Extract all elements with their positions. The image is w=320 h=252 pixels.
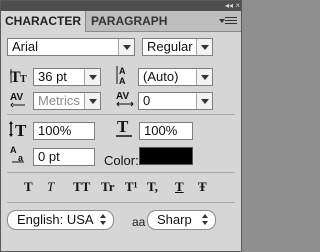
font-size-value: 36 pt	[38, 69, 67, 84]
antialias-icon: aa	[132, 215, 146, 229]
vertical-scale-icon: T	[9, 120, 31, 143]
updown-arrows-icon	[202, 214, 209, 226]
chevron-down-icon[interactable]	[84, 69, 100, 85]
leading-icon: AA	[116, 65, 136, 90]
tracking-icon: AV	[115, 90, 137, 113]
subscript-button[interactable]: T,	[147, 179, 158, 195]
leading-value: (Auto)	[143, 69, 179, 84]
font-family-dropdown[interactable]: Arial	[7, 38, 135, 56]
horizontal-scale-icon: T	[114, 117, 136, 143]
faux-italic-button[interactable]: T	[47, 179, 54, 195]
svg-text:T: T	[117, 118, 129, 136]
kerning-field[interactable]: Metrics	[33, 92, 101, 110]
vertical-scale-field[interactable]: 100%	[33, 122, 95, 140]
kerning-value: Metrics	[38, 93, 80, 108]
language-select[interactable]: English: USA	[7, 210, 114, 230]
tab-character[interactable]: CHARACTER	[1, 11, 86, 32]
collapse-icon[interactable]: ◂◂	[225, 1, 233, 11]
svg-text:A: A	[10, 145, 17, 155]
horizontal-scale-value: 100%	[144, 123, 178, 138]
svg-text:AV: AV	[116, 91, 129, 102]
close-icon[interactable]: ×	[235, 1, 240, 11]
svg-text:T: T	[20, 74, 27, 85]
baseline-shift-icon: Aa	[10, 145, 30, 170]
chevron-down-icon[interactable]	[196, 93, 212, 109]
divider	[7, 114, 235, 115]
font-style-value: Regular	[147, 39, 193, 54]
font-size-icon: TT	[10, 67, 30, 90]
chevron-down-icon[interactable]	[196, 69, 212, 85]
chevron-down-icon[interactable]	[84, 93, 100, 109]
tracking-value: 0	[143, 93, 151, 108]
antialias-value: Sharp	[157, 212, 192, 227]
tracking-field[interactable]: 0	[138, 92, 213, 110]
baseline-shift-field[interactable]: 0 pt	[33, 148, 95, 166]
chevron-down-icon[interactable]	[118, 39, 134, 55]
horizontal-scale-field[interactable]: 100%	[139, 122, 193, 140]
svg-text:T: T	[15, 121, 27, 138]
small-caps-button[interactable]: Tr	[101, 179, 114, 195]
strikethrough-button[interactable]: Ŧ	[198, 179, 207, 195]
chevron-down-icon[interactable]	[196, 39, 212, 55]
tab-bar: CHARACTER PARAGRAPH	[1, 11, 241, 32]
font-family-value: Arial	[12, 39, 39, 54]
svg-text:A: A	[119, 66, 126, 76]
kerning-icon: AV	[9, 90, 31, 113]
updown-arrows-icon	[100, 214, 107, 226]
panel-menu-icon[interactable]	[219, 15, 237, 26]
divider	[7, 202, 235, 203]
antialias-select[interactable]: Sharp	[147, 210, 216, 230]
color-label: Color:	[104, 153, 139, 168]
language-value: English: USA	[17, 212, 94, 227]
font-size-field[interactable]: 36 pt	[33, 68, 101, 86]
baseline-shift-value: 0 pt	[38, 149, 60, 164]
tab-paragraph[interactable]: PARAGRAPH	[91, 11, 171, 31]
character-panel: ◂◂ × CHARACTER PARAGRAPH Arial Regular T…	[0, 0, 242, 252]
svg-text:AV: AV	[10, 92, 23, 103]
divider	[7, 172, 235, 173]
underline-button[interactable]: T	[175, 179, 184, 195]
superscript-button[interactable]: T¹	[125, 179, 138, 195]
all-caps-button[interactable]: TT	[73, 179, 90, 195]
leading-field[interactable]: (Auto)	[138, 68, 213, 86]
vertical-scale-value: 100%	[38, 123, 72, 138]
svg-text:A: A	[119, 76, 126, 85]
panel-title-bar: ◂◂ ×	[1, 1, 241, 11]
font-style-dropdown[interactable]: Regular	[142, 38, 213, 56]
faux-bold-button[interactable]: T	[24, 179, 33, 195]
color-swatch[interactable]	[139, 147, 193, 165]
